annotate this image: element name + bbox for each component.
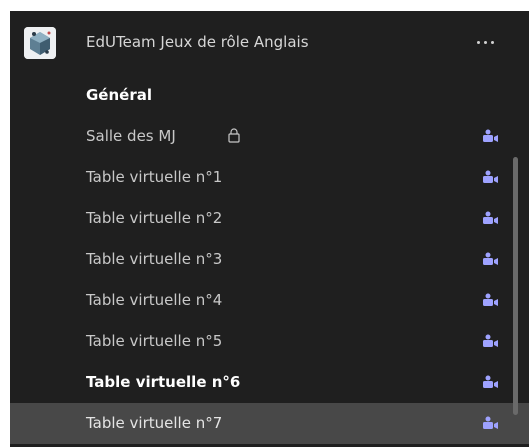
channel-table-virtuelle-3[interactable]: Table virtuelle n°3 [10, 239, 529, 280]
channel-salle-des-mj[interactable]: Salle des MJ [10, 116, 529, 157]
lock-icon [228, 128, 240, 143]
more-horizontal-icon [477, 41, 480, 44]
channel-general[interactable]: Général [10, 75, 529, 116]
more-options-button[interactable] [472, 31, 500, 53]
scrollbar[interactable] [513, 157, 518, 415]
channel-table-virtuelle-5[interactable]: Table virtuelle n°5 [10, 321, 529, 362]
channel-label: Table virtuelle n°3 [86, 250, 223, 268]
channel-label: Table virtuelle n°1 [86, 168, 223, 186]
meeting-in-progress-icon [483, 375, 498, 388]
meeting-in-progress-icon [483, 129, 498, 142]
channel-label: Table virtuelle n°7 [86, 414, 223, 432]
channel-label: Table virtuelle n°6 [86, 373, 241, 391]
channel-label: Table virtuelle n°5 [86, 332, 223, 350]
channel-panel: EdUTeam Jeux de rôle Anglais Général Sal… [10, 11, 529, 447]
channel-table-virtuelle-6[interactable]: Table virtuelle n°6 [10, 362, 529, 403]
dice-logo-icon [24, 27, 56, 59]
channel-list: Général Salle des MJ Table virtuelle n°1 [10, 75, 529, 444]
more-horizontal-icon-dot [491, 41, 494, 44]
channel-table-virtuelle-2[interactable]: Table virtuelle n°2 [10, 198, 529, 239]
channel-table-virtuelle-4[interactable]: Table virtuelle n°4 [10, 280, 529, 321]
channel-label: Table virtuelle n°2 [86, 209, 223, 227]
meeting-in-progress-icon [483, 252, 498, 265]
meeting-in-progress-icon [483, 334, 498, 347]
channel-label: Table virtuelle n°4 [86, 291, 223, 309]
team-name: EdUTeam Jeux de rôle Anglais [86, 33, 309, 51]
channel-table-virtuelle-1[interactable]: Table virtuelle n°1 [10, 157, 529, 198]
meeting-in-progress-icon [483, 416, 498, 429]
meeting-in-progress-icon [483, 211, 498, 224]
channel-table-virtuelle-7[interactable]: Table virtuelle n°7 [10, 403, 529, 444]
channel-label: Général [86, 86, 152, 104]
more-horizontal-icon-dot [484, 41, 487, 44]
team-avatar[interactable] [24, 27, 56, 59]
meeting-in-progress-icon [483, 170, 498, 183]
team-header[interactable]: EdUTeam Jeux de rôle Anglais [10, 11, 529, 75]
channel-label: Salle des MJ [86, 127, 176, 145]
meeting-in-progress-icon [483, 293, 498, 306]
